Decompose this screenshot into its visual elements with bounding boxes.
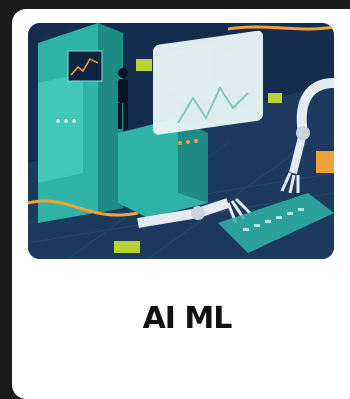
category-card[interactable]: AI ML bbox=[12, 9, 350, 399]
card-title: AI ML bbox=[142, 301, 233, 336]
ai-ml-illustration bbox=[28, 23, 334, 259]
